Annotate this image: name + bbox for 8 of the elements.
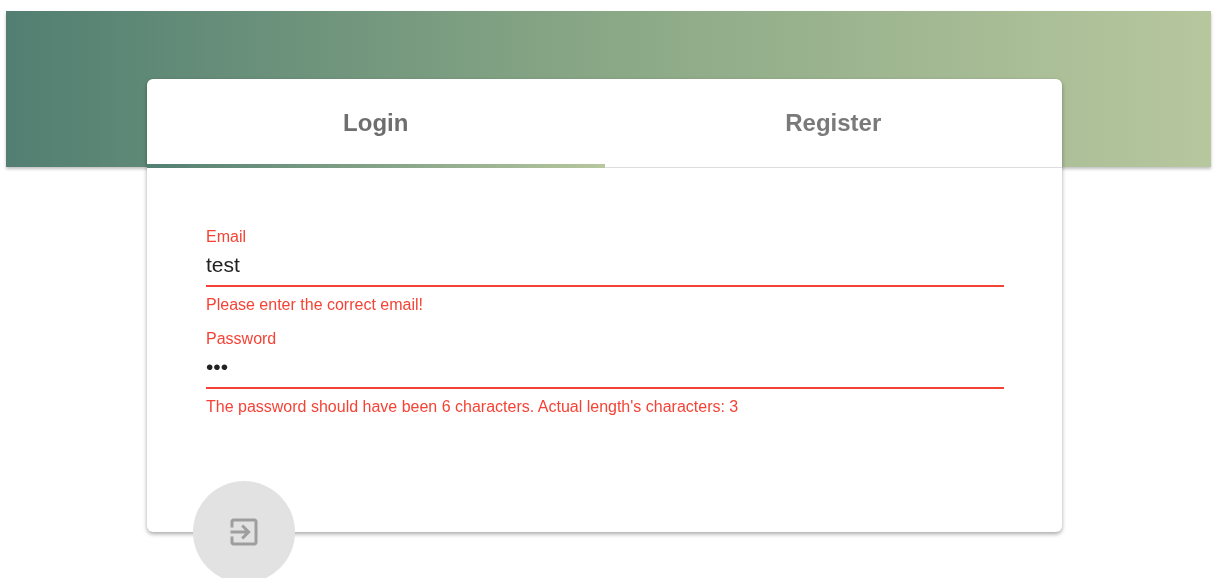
input-field[interactable]: ••• (206, 348, 1004, 389)
field-label: Email (206, 228, 247, 246)
tab[interactable]: Register (604, 79, 1062, 167)
field-label: Password (206, 330, 278, 348)
input-field[interactable]: test (206, 246, 1004, 287)
tab[interactable]: Login (147, 79, 605, 167)
error-message: The password should have been 6 characters. Actual length's characters: 3 (206, 398, 740, 416)
error-message: Please enter the correct email! (206, 296, 424, 314)
